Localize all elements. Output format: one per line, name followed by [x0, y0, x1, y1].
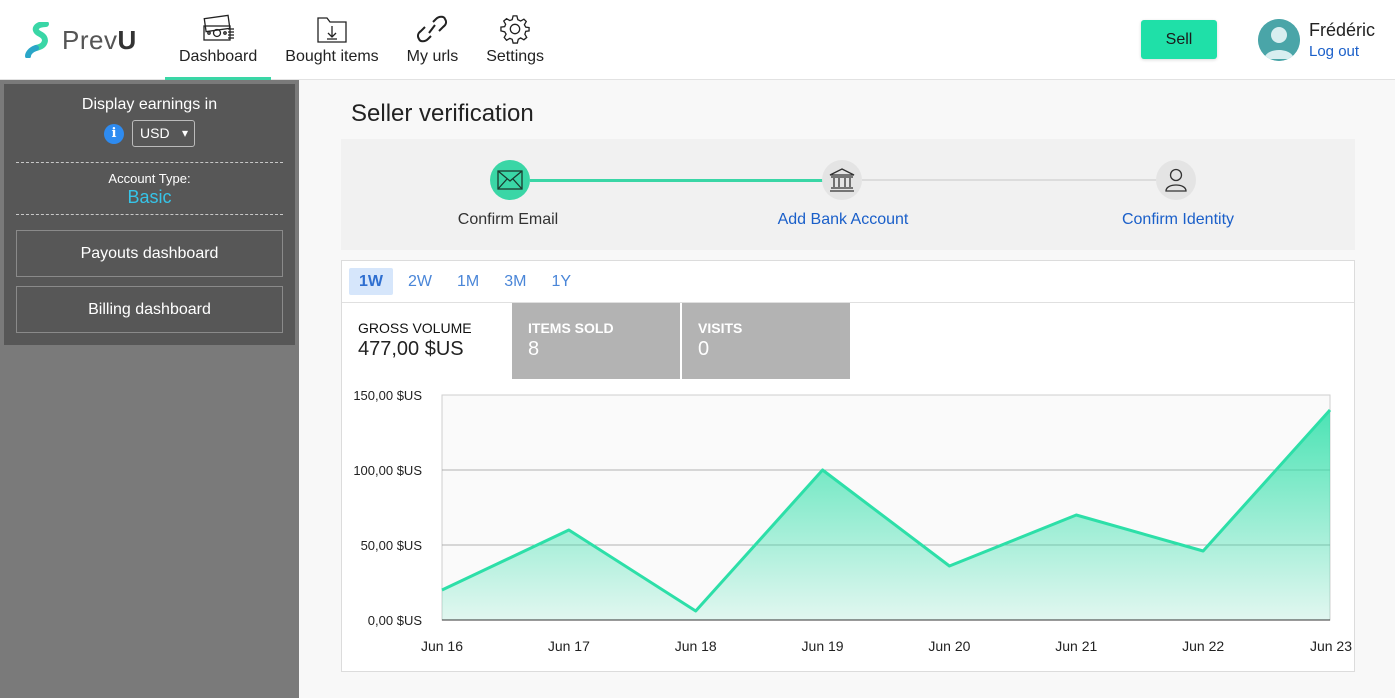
- divider: [16, 162, 283, 163]
- top-header: PrevU Dashboard Bought items My urls Set…: [0, 0, 1395, 80]
- verification-steps: Confirm Email Add Bank Account Confirm I…: [341, 139, 1355, 250]
- range-tabs: 1W 2W 1M 3M 1Y: [342, 261, 1354, 303]
- nav-label: Settings: [486, 48, 545, 65]
- step-confirm-email[interactable]: [490, 160, 530, 200]
- y-tick-label: 50,00 $US: [361, 538, 423, 553]
- payouts-dashboard-button[interactable]: Payouts dashboard: [16, 230, 283, 277]
- nav-label: Bought items: [285, 48, 379, 65]
- x-tick-label: Jun 19: [802, 638, 844, 654]
- sell-button[interactable]: Sell: [1141, 20, 1217, 59]
- money-icon: [179, 12, 257, 44]
- nav-label: My urls: [406, 48, 459, 65]
- logout-link[interactable]: Log out: [1309, 43, 1375, 60]
- avatar[interactable]: [1258, 19, 1300, 61]
- progress-line-done: [530, 179, 824, 182]
- y-tick-label: 100,00 $US: [353, 463, 422, 478]
- earnings-chart-card: 1W 2W 1M 3M 1Y GROSS VOLUME 477,00 $US I…: [341, 260, 1355, 672]
- sidebar: Display earnings in i USD Account Type: …: [0, 80, 299, 698]
- prevu-logo[interactable]: PrevU: [24, 21, 137, 59]
- metric-value: 477,00 $US: [358, 338, 464, 360]
- user-name: Frédéric: [1309, 20, 1376, 40]
- bank-icon: [829, 168, 855, 192]
- currency-row: i USD: [4, 120, 295, 147]
- metric-items-sold[interactable]: ITEMS SOLD 8: [512, 303, 680, 379]
- logo-text: PrevU: [62, 24, 137, 55]
- account-type-value: Basic: [127, 187, 172, 207]
- x-tick-label: Jun 17: [548, 638, 590, 654]
- page-title: Seller verification: [351, 100, 534, 127]
- range-tab-1w[interactable]: 1W: [349, 268, 393, 295]
- person-icon: [1165, 168, 1187, 192]
- metric-value: 0: [698, 338, 710, 360]
- account-type-label: Account Type:: [108, 171, 191, 186]
- gear-icon: [486, 12, 544, 44]
- range-tab-1m[interactable]: 1M: [447, 268, 489, 295]
- metric-label: VISITS: [698, 320, 743, 336]
- info-icon[interactable]: i: [104, 123, 124, 144]
- link-icon: [407, 12, 459, 44]
- metric-gross-volume[interactable]: GROSS VOLUME 477,00 $US: [342, 303, 512, 379]
- x-tick-label: Jun 18: [675, 638, 717, 654]
- envelope-icon: [497, 170, 523, 190]
- user-info: Frédéric Log out: [1309, 20, 1375, 60]
- step-label-add-bank-account[interactable]: Add Bank Account: [743, 211, 943, 229]
- x-tick-label: Jun 20: [928, 638, 970, 654]
- range-tab-3m[interactable]: 3M: [494, 268, 536, 295]
- step-add-bank-account[interactable]: [822, 160, 862, 200]
- range-tab-1y[interactable]: 1Y: [541, 268, 581, 295]
- nav-settings[interactable]: Settings: [472, 0, 558, 80]
- nav-label: Dashboard: [179, 48, 258, 65]
- main-nav: Dashboard Bought items My urls Settings: [165, 0, 558, 80]
- step-label-confirm-identity[interactable]: Confirm Identity: [1078, 211, 1278, 229]
- x-tick-label: Jun 21: [1055, 638, 1097, 654]
- nav-dashboard[interactable]: Dashboard: [165, 0, 272, 80]
- step-confirm-identity[interactable]: [1156, 160, 1196, 200]
- metric-label: GROSS VOLUME: [358, 320, 472, 336]
- y-tick-label: 0,00 $US: [368, 613, 423, 628]
- currency-select[interactable]: USD: [132, 120, 195, 147]
- metric-value: 8: [528, 338, 540, 360]
- range-tab-2w[interactable]: 2W: [398, 268, 442, 295]
- earnings-panel: Display earnings in i USD Account Type: …: [4, 84, 295, 345]
- y-tick-label: 150,00 $US: [353, 388, 422, 403]
- billing-dashboard-button[interactable]: Billing dashboard: [16, 286, 283, 333]
- nav-bought-items[interactable]: Bought items: [271, 0, 392, 80]
- gross-volume-chart: 0,00 $US 50,00 $US 100,00 $US 150,00 $US Jun…: [353, 388, 1352, 654]
- download-folder-icon: [285, 12, 378, 44]
- metric-visits[interactable]: VISITS 0: [682, 303, 850, 379]
- logo-mark-icon: [24, 21, 58, 59]
- progress-line-pending: [862, 179, 1158, 181]
- metric-label: ITEMS SOLD: [528, 320, 614, 336]
- x-tick-label: Jun 23: [1310, 638, 1352, 654]
- earnings-label: Display earnings in: [81, 96, 218, 113]
- x-tick-label: Jun 16: [421, 638, 463, 654]
- user-menu: Frédéric Log out: [1258, 19, 1375, 61]
- x-tick-label: Jun 22: [1182, 638, 1224, 654]
- step-label-confirm-email: Confirm Email: [457, 211, 559, 228]
- divider: [16, 214, 283, 215]
- nav-my-urls[interactable]: My urls: [393, 0, 473, 80]
